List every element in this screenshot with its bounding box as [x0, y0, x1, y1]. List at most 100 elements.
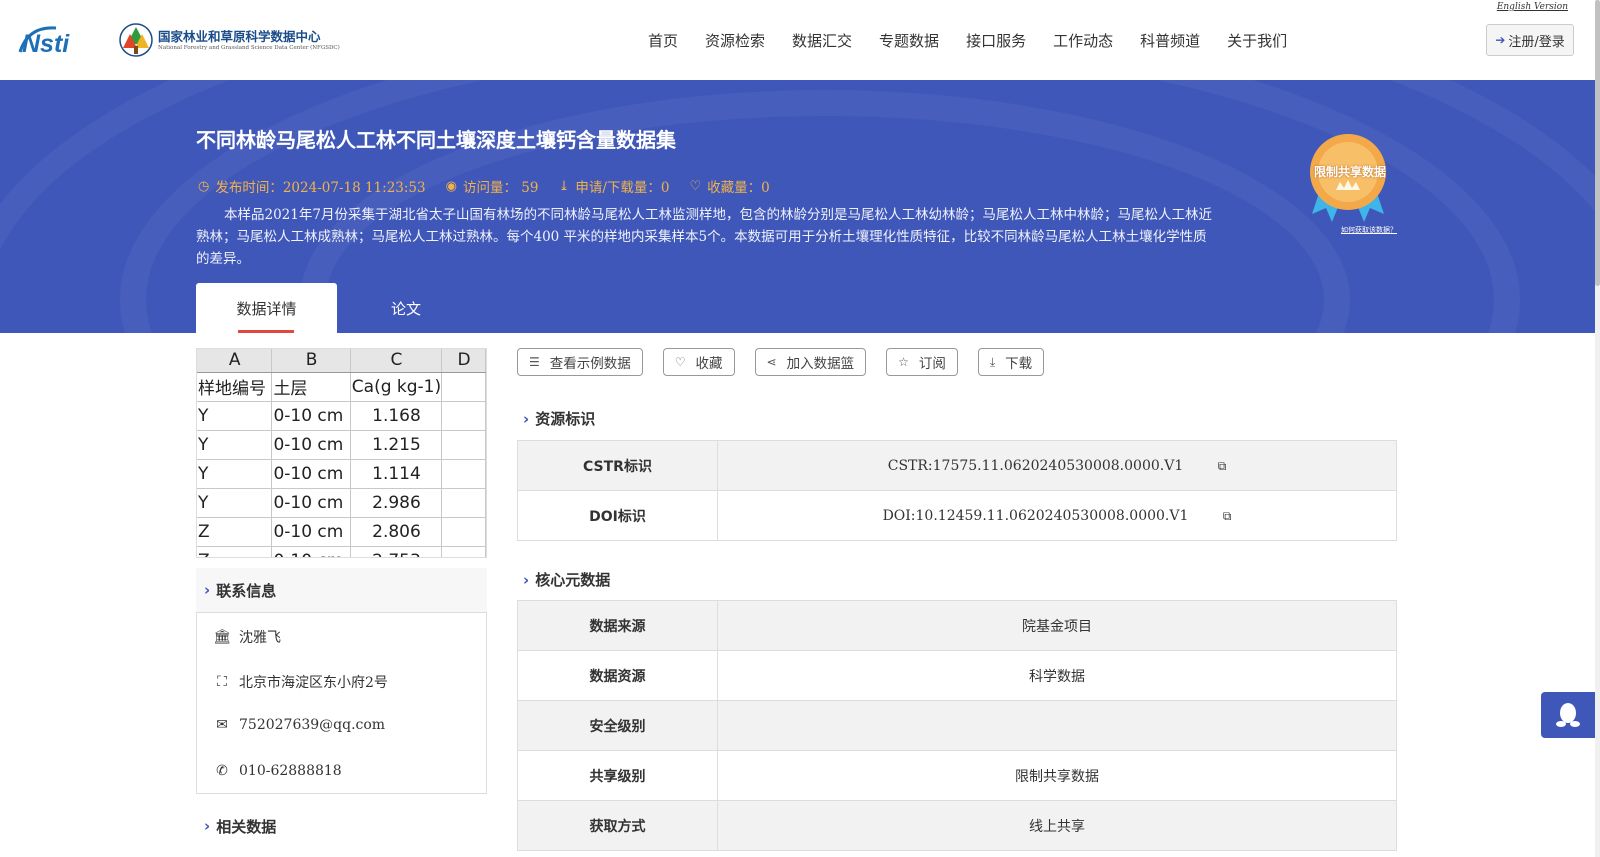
sheet-cell: Y: [197, 401, 273, 431]
login-register-label: 注册/登录: [1508, 34, 1565, 50]
sheet-column-header: A: [197, 349, 273, 373]
meta-value: 线上共享: [717, 800, 1397, 851]
sheet-cell: 0-10 cm: [271, 546, 351, 557]
favorite-count-text: 收藏量：0: [707, 180, 770, 196]
meta-key: 共享级别: [517, 750, 718, 801]
clock-icon: ◷: [198, 178, 210, 194]
nav-data-submission[interactable]: 数据汇交: [792, 30, 852, 51]
subscribe-button[interactable]: ☆ 订阅: [886, 348, 958, 376]
nav-resource-search[interactable]: 资源检索: [705, 30, 765, 51]
resource-id-table: CSTR标识 CSTR:17575.11.0620240530008.0000.…: [517, 440, 1397, 541]
contact-address: ⛶ 北京市海淀区东小府2号: [213, 672, 388, 692]
contact-heading: › 联系信息: [196, 568, 487, 612]
nav-topic-data[interactable]: 专题数据: [879, 30, 939, 51]
contact-phone: ✆ 010-62888818: [213, 763, 342, 779]
sheet-column-header: C: [350, 349, 443, 373]
doi-key: DOI标识: [517, 490, 718, 541]
dataset-banner: 不同林龄马尾松人工林不同土壤深度土壤钙含量数据集 ◷ 发布时间：2024-07-…: [0, 80, 1595, 333]
heart-icon: ♡: [674, 355, 686, 369]
meta-key: 数据资源: [517, 650, 718, 701]
related-data-heading-text: 相关数据: [216, 817, 277, 836]
sheet-cell: Z: [197, 517, 273, 547]
sample-data-preview[interactable]: A B C D 样地编号 土层 Ca(g kg-1) Y 0-10 cm 1.1…: [196, 348, 487, 558]
qq-chat-button[interactable]: [1541, 692, 1595, 738]
login-register-button[interactable]: ➔ 注册/登录: [1486, 24, 1574, 56]
copy-icon[interactable]: ⧉: [1223, 509, 1232, 524]
sheet-cell: [441, 517, 486, 547]
favorite-button[interactable]: ♡ 收藏: [662, 348, 735, 376]
contact-info: 🏛 沈雅飞 ⛶ 北京市海淀区东小府2号 ✉ 752027639@qq.com ✆…: [196, 612, 487, 794]
nfgsdc-name-en: National Forestry and Grassland Science …: [158, 45, 340, 51]
sheet-cell: Y: [197, 459, 273, 489]
heart-icon: ♡: [689, 178, 702, 194]
table-row: DOI标识 DOI:10.12459.11.0620240530008.0000…: [517, 490, 1397, 541]
cstr-key: CSTR标识: [517, 440, 718, 491]
sheet-cell: 0-10 cm: [271, 430, 351, 460]
dataset-title: 不同林龄马尾松人工林不同土壤深度土壤钙含量数据集: [196, 128, 676, 152]
contact-name: 🏛 沈雅飞: [213, 627, 281, 647]
scrollbar-thumb[interactable]: [1595, 0, 1600, 286]
tab-papers[interactable]: 论文: [356, 283, 456, 333]
nav-news[interactable]: 工作动态: [1053, 30, 1113, 51]
view-sample-data-button[interactable]: ☰ 查看示例数据: [517, 348, 643, 376]
sheet-cell: 0-10 cm: [271, 517, 351, 547]
nfgsdc-logo[interactable]: 国家林业和草原科学数据中心 National Forestry and Gras…: [118, 22, 340, 58]
contact-email-text[interactable]: 752027639@qq.com: [239, 717, 385, 733]
nav-science-channel[interactable]: 科普频道: [1140, 30, 1200, 51]
favorite-label: 收藏: [695, 356, 723, 372]
cstr-value-cell: CSTR:17575.11.0620240530008.0000.V1 ⧉: [717, 440, 1397, 491]
download-label: 下载: [1005, 356, 1033, 372]
sheet-cell: Y: [197, 488, 273, 518]
sheet-row: Z 0-10 cm 2.806: [197, 517, 486, 547]
resource-id-heading-text: 资源标识: [535, 410, 596, 428]
nav-home[interactable]: 首页: [648, 30, 678, 51]
meta-value: 限制共享数据: [717, 750, 1397, 801]
sheet-cell: 1.168: [350, 401, 443, 431]
copy-icon[interactable]: ⧉: [1218, 459, 1227, 474]
nav-api-service[interactable]: 接口服务: [966, 30, 1026, 51]
sheet-cell: [441, 372, 486, 402]
table-row: 数据来源 院基金项目: [517, 600, 1397, 651]
sheet-cell: 2.753: [350, 546, 443, 557]
sheet-cell: Y: [197, 430, 273, 460]
chevron-right-icon: ›: [204, 817, 211, 835]
table-row: 数据资源 科学数据: [517, 650, 1397, 701]
contact-address-text: 北京市海淀区东小府2号: [239, 675, 388, 691]
sheet-row: Y 0-10 cm 1.215: [197, 430, 486, 460]
sheet-row: Z 0-10 cm 2.753: [197, 546, 486, 557]
sheet-cell: Ca(g kg-1): [350, 372, 443, 402]
nav-about[interactable]: 关于我们: [1227, 30, 1287, 51]
subscribe-label: 订阅: [918, 356, 946, 372]
add-to-basket-label: 加入数据篮: [786, 356, 855, 372]
dataset-description: 本样品2021年7月份采集于湖北省太子山国有林场的不同林龄马尾松人工林监测样地，…: [196, 207, 1212, 267]
sheet-cell: [441, 546, 486, 557]
contact-phone-text: 010-62888818: [239, 763, 342, 779]
sign-in-icon: ➔: [1495, 33, 1506, 47]
english-version-link[interactable]: English Version: [1497, 2, 1568, 12]
download-count-text: 申请/下载量：0: [575, 180, 670, 196]
contact-email: ✉ 752027639@qq.com: [213, 717, 385, 733]
download-button[interactable]: ⤓ 下载: [977, 348, 1045, 376]
add-to-basket-button[interactable]: ⋖ 加入数据篮: [754, 348, 867, 376]
how-to-get-data-link[interactable]: 如何获取该数据？: [1341, 225, 1397, 235]
nsti-logo[interactable]: Nsti: [18, 22, 96, 56]
publish-time: ◷ 发布时间：2024-07-18 11:23:53: [198, 176, 426, 197]
table-row: 获取方式 线上共享: [517, 800, 1397, 851]
tab-data-detail[interactable]: 数据详情: [196, 283, 337, 333]
meta-value: 院基金项目: [717, 600, 1397, 651]
sheet-column-header: B: [271, 349, 351, 373]
sheet-cell: [441, 430, 486, 460]
core-meta-table: 数据来源 院基金项目 数据资源 科学数据 安全级别 共享级别 限制共享数据 获取…: [517, 600, 1397, 851]
nfgsdc-emblem-icon: [119, 23, 153, 57]
badge-label: 限制共享数据: [1313, 165, 1386, 179]
sheet-cell: Z: [197, 546, 273, 557]
nfgsdc-name-cn: 国家林业和草原科学数据中心: [158, 29, 321, 44]
action-bar: ☰ 查看示例数据 ♡ 收藏 ⋖ 加入数据篮 ☆ 订阅 ⤓ 下载: [517, 348, 1064, 376]
chevron-right-icon: ›: [204, 581, 211, 599]
table-row: 安全级别: [517, 700, 1397, 751]
meta-value: 科学数据: [717, 650, 1397, 701]
page-scrollbar[interactable]: [1595, 0, 1600, 857]
doi-value-cell: DOI:10.12459.11.0620240530008.0000.V1 ⧉: [717, 490, 1397, 541]
eye-icon: ◉: [445, 178, 457, 194]
sheet-cell: 1.215: [350, 430, 443, 460]
